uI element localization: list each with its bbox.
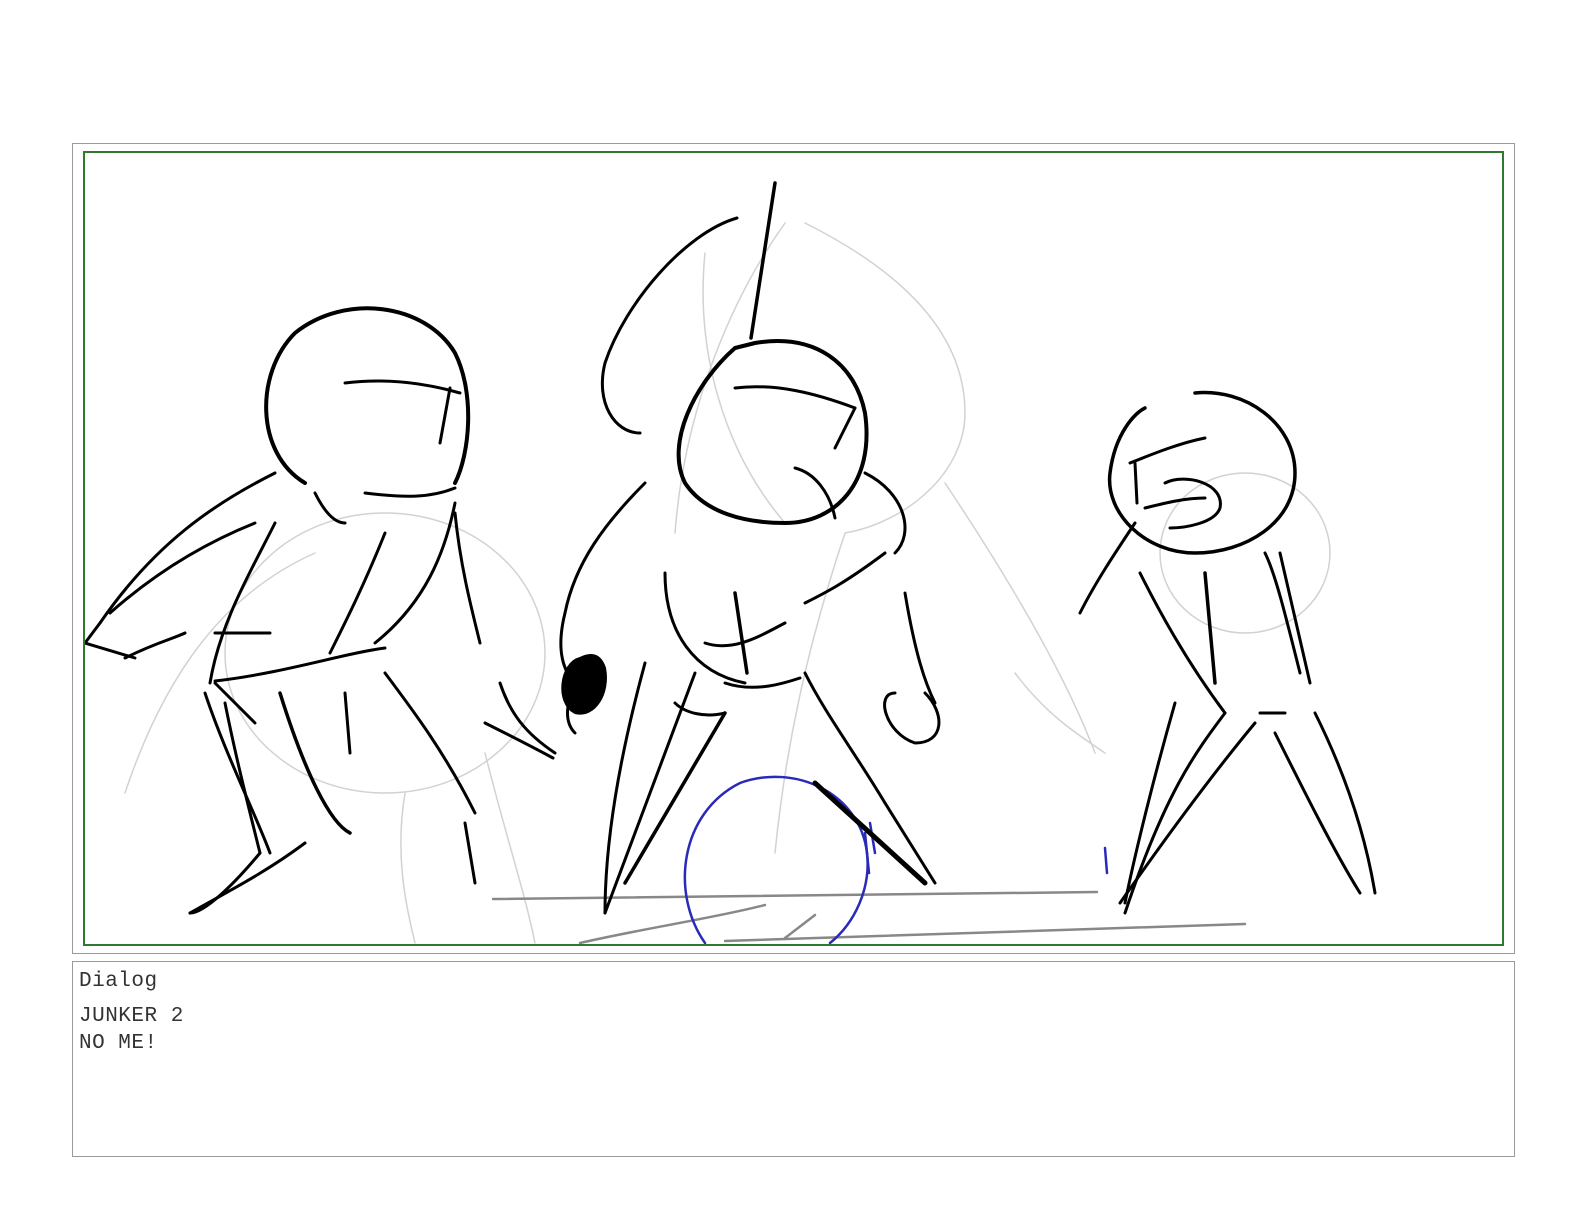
dialog-character-name: JUNKER 2 bbox=[79, 1005, 184, 1028]
center-figure-hand bbox=[561, 654, 607, 715]
dialog-heading: Dialog bbox=[79, 970, 158, 993]
panel-safe-area bbox=[83, 151, 1504, 946]
center-figure bbox=[559, 181, 941, 915]
right-figure bbox=[1078, 390, 1377, 915]
storyboard-panel-frame bbox=[72, 143, 1515, 954]
construction-guides bbox=[124, 222, 1331, 944]
dialog-box: Dialog JUNKER 2 NO ME! bbox=[72, 961, 1515, 1157]
dialog-lines: JUNKER 2 NO ME! bbox=[79, 1003, 184, 1057]
storyboard-sketch bbox=[85, 181, 1377, 944]
left-figure bbox=[85, 306, 557, 915]
dialog-line-text: NO ME! bbox=[79, 1032, 158, 1055]
